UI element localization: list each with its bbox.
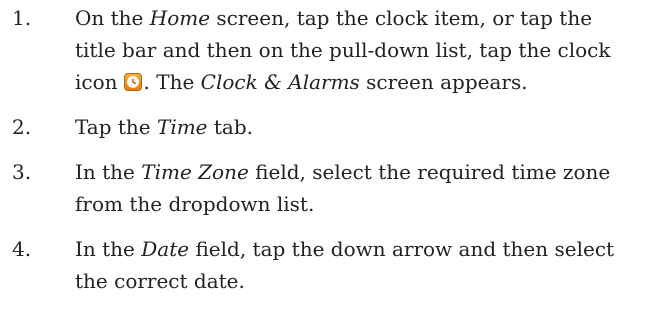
tab-name-time: Time — [156, 115, 208, 139]
step-text-segment: In the — [75, 237, 142, 261]
screen-name-clock-alarms: Clock & Alarms — [200, 70, 360, 94]
clock-icon — [123, 73, 142, 91]
step-text: On the Home screen, tap the clock item, … — [75, 2, 633, 98]
step-text-segment: screen appears. — [359, 70, 528, 94]
step-list: 1. On the Home screen, tap the clock ite… — [0, 2, 652, 297]
step-item: 4. In the Date field, tap the down arrow… — [0, 233, 652, 297]
screen-name-home: Home — [149, 6, 211, 30]
step-text-segment: On the — [75, 6, 150, 30]
step-text-segment: In the — [75, 160, 142, 184]
field-name-time-zone: Time Zone — [141, 160, 249, 184]
step-item: 1. On the Home screen, tap the clock ite… — [0, 2, 652, 98]
step-text: In the Time Zone field, select the requi… — [75, 156, 633, 220]
step-number: 3. — [12, 160, 32, 184]
step-text: In the Date field, tap the down arrow an… — [75, 233, 633, 297]
step-number: 2. — [12, 115, 32, 139]
step-text: Tap the Time tab. — [75, 111, 633, 143]
step-text-segment: tab. — [207, 115, 254, 139]
instruction-document: 1. On the Home screen, tap the clock ite… — [0, 0, 652, 327]
step-item: 2. Tap the Time tab. — [0, 111, 652, 143]
step-text-segment: . The — [143, 70, 201, 94]
step-number: 1. — [12, 6, 32, 30]
field-name-date: Date — [141, 237, 190, 261]
step-text-segment: Tap the — [75, 115, 157, 139]
step-number: 4. — [12, 237, 32, 261]
step-item: 3. In the Time Zone field, select the re… — [0, 156, 652, 220]
